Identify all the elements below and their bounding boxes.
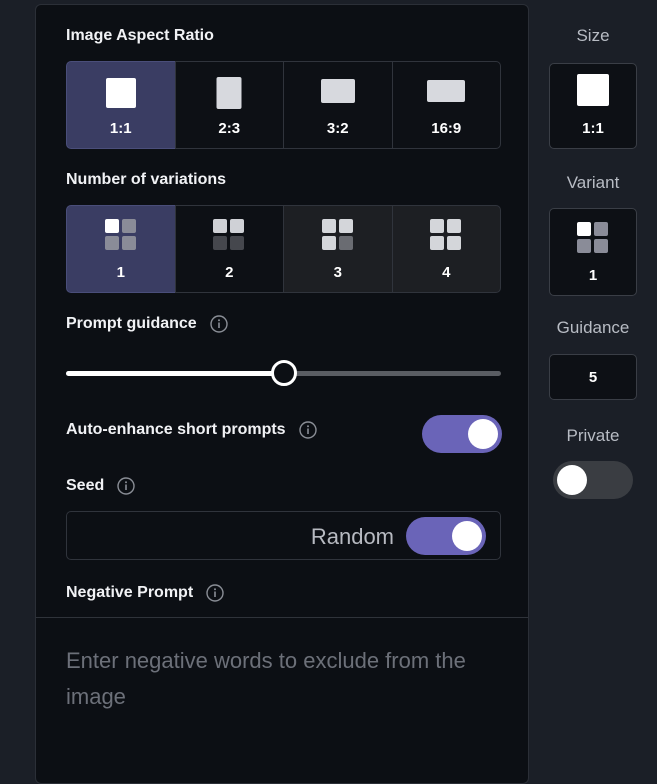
square-icon [577, 74, 609, 106]
guidance-summary[interactable]: 5 [549, 354, 637, 400]
negative-prompt-input[interactable]: Enter negative words to exclude from the… [66, 643, 506, 715]
aspect-ratio-options: 1:1 2:3 3:2 16:9 [66, 61, 501, 149]
aspect-option-label: 3:2 [326, 120, 349, 137]
aspect-option-label: 1:1 [109, 120, 132, 137]
variation-option-3[interactable]: 3 [283, 205, 393, 293]
grid-2-icon [213, 219, 245, 251]
wide-rect-icon [427, 80, 466, 102]
aspect-option-1-1[interactable]: 1:1 [66, 61, 176, 149]
variations-options: 1 2 3 4 [66, 205, 501, 293]
aspect-option-3-2[interactable]: 3:2 [283, 61, 393, 149]
seed-field[interactable]: Random [66, 511, 501, 560]
size-label: Size [576, 26, 610, 45]
variation-option-label: 2 [225, 264, 234, 281]
guidance-value: 5 [588, 368, 598, 386]
aspect-option-16-9[interactable]: 16:9 [391, 61, 501, 149]
variant-label: Variant [566, 173, 620, 192]
size-summary[interactable]: 1:1 [549, 63, 637, 149]
grid-1-icon [577, 222, 609, 254]
portrait-rect-icon [216, 77, 242, 109]
variation-option-label: 3 [333, 264, 342, 281]
info-icon[interactable] [298, 421, 317, 439]
toggle-knob [468, 419, 498, 449]
info-icon[interactable] [206, 584, 224, 602]
divider [36, 617, 528, 618]
private-label: Private [566, 426, 620, 445]
info-icon[interactable] [117, 477, 135, 495]
grid-1-icon [104, 219, 137, 251]
aspect-option-label: 2:3 [218, 120, 241, 137]
variation-option-label: 4 [442, 264, 451, 281]
slider-thumb[interactable] [270, 360, 297, 386]
guidance-slider[interactable] [66, 360, 501, 386]
aspect-option-label: 16:9 [431, 120, 462, 137]
toggle-knob [557, 465, 587, 495]
seed-label: Seed [66, 477, 135, 495]
auto-enhance-label: Auto-enhance short prompts [66, 421, 317, 439]
seed-value: Random [310, 524, 394, 549]
variation-option-4[interactable]: 4 [391, 205, 501, 293]
slider-fill [66, 371, 284, 376]
auto-enhance-toggle[interactable] [422, 415, 502, 453]
variant-summary[interactable]: 1 [549, 208, 637, 296]
variation-option-label: 1 [116, 264, 125, 281]
settings-panel: Image Aspect Ratio 1:1 2:3 3:2 16:9 Numb… [35, 4, 529, 784]
negative-prompt-label: Negative Prompt [66, 584, 224, 602]
variation-option-1[interactable]: 1 [66, 205, 176, 293]
square-icon [105, 78, 136, 108]
private-toggle[interactable] [553, 461, 633, 499]
grid-3-icon [321, 219, 354, 251]
grid-4-icon [430, 219, 462, 251]
info-icon[interactable] [209, 315, 228, 333]
size-value: 1:1 [582, 120, 604, 137]
seed-random-toggle[interactable] [406, 517, 486, 555]
guidance-side-label: Guidance [556, 318, 630, 337]
toggle-knob [452, 521, 482, 551]
variation-option-2[interactable]: 2 [174, 205, 284, 293]
aspect-option-2-3[interactable]: 2:3 [174, 61, 284, 149]
landscape-rect-icon [320, 79, 355, 103]
variations-label: Number of variations [66, 171, 227, 188]
aspect-ratio-label: Image Aspect Ratio [66, 27, 214, 44]
variant-value: 1 [588, 267, 598, 284]
guidance-label: Prompt guidance [66, 315, 228, 333]
